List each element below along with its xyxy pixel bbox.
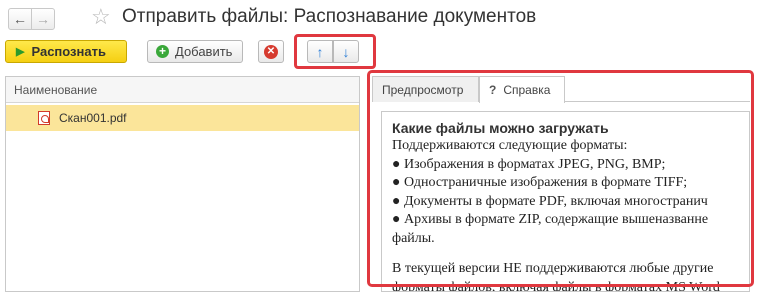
add-label: Добавить (175, 44, 233, 59)
file-name: Скан001.pdf (59, 111, 127, 125)
window-title: Отправить файлы: Распознавание документо… (122, 6, 537, 27)
plus-icon: + (156, 45, 169, 58)
arrow-up-icon: ↑ (316, 43, 324, 60)
recognize-button[interactable]: ▶ Распознать (5, 40, 127, 63)
add-button[interactable]: + Добавить (147, 40, 243, 63)
delete-icon: ✕ (264, 44, 278, 59)
help-panel-highlight (367, 70, 754, 287)
table-row[interactable]: Скан001.pdf (6, 105, 359, 131)
file-list: Наименование Скан001.pdf (5, 76, 360, 292)
back-button[interactable]: ← (8, 8, 32, 30)
forward-button[interactable]: → (31, 8, 55, 30)
column-header-name[interactable]: Наименование (6, 77, 359, 103)
delete-button[interactable]: ✕ (258, 40, 284, 63)
arrow-down-icon: ↓ (342, 43, 350, 60)
recognize-label: Распознать (31, 44, 106, 59)
move-down-button[interactable]: ↓ (333, 40, 359, 63)
pdf-icon (38, 111, 50, 125)
play-icon: ▶ (16, 46, 25, 58)
favorite-star-icon[interactable]: ☆ (91, 5, 111, 29)
move-up-button[interactable]: ↑ (307, 40, 333, 63)
